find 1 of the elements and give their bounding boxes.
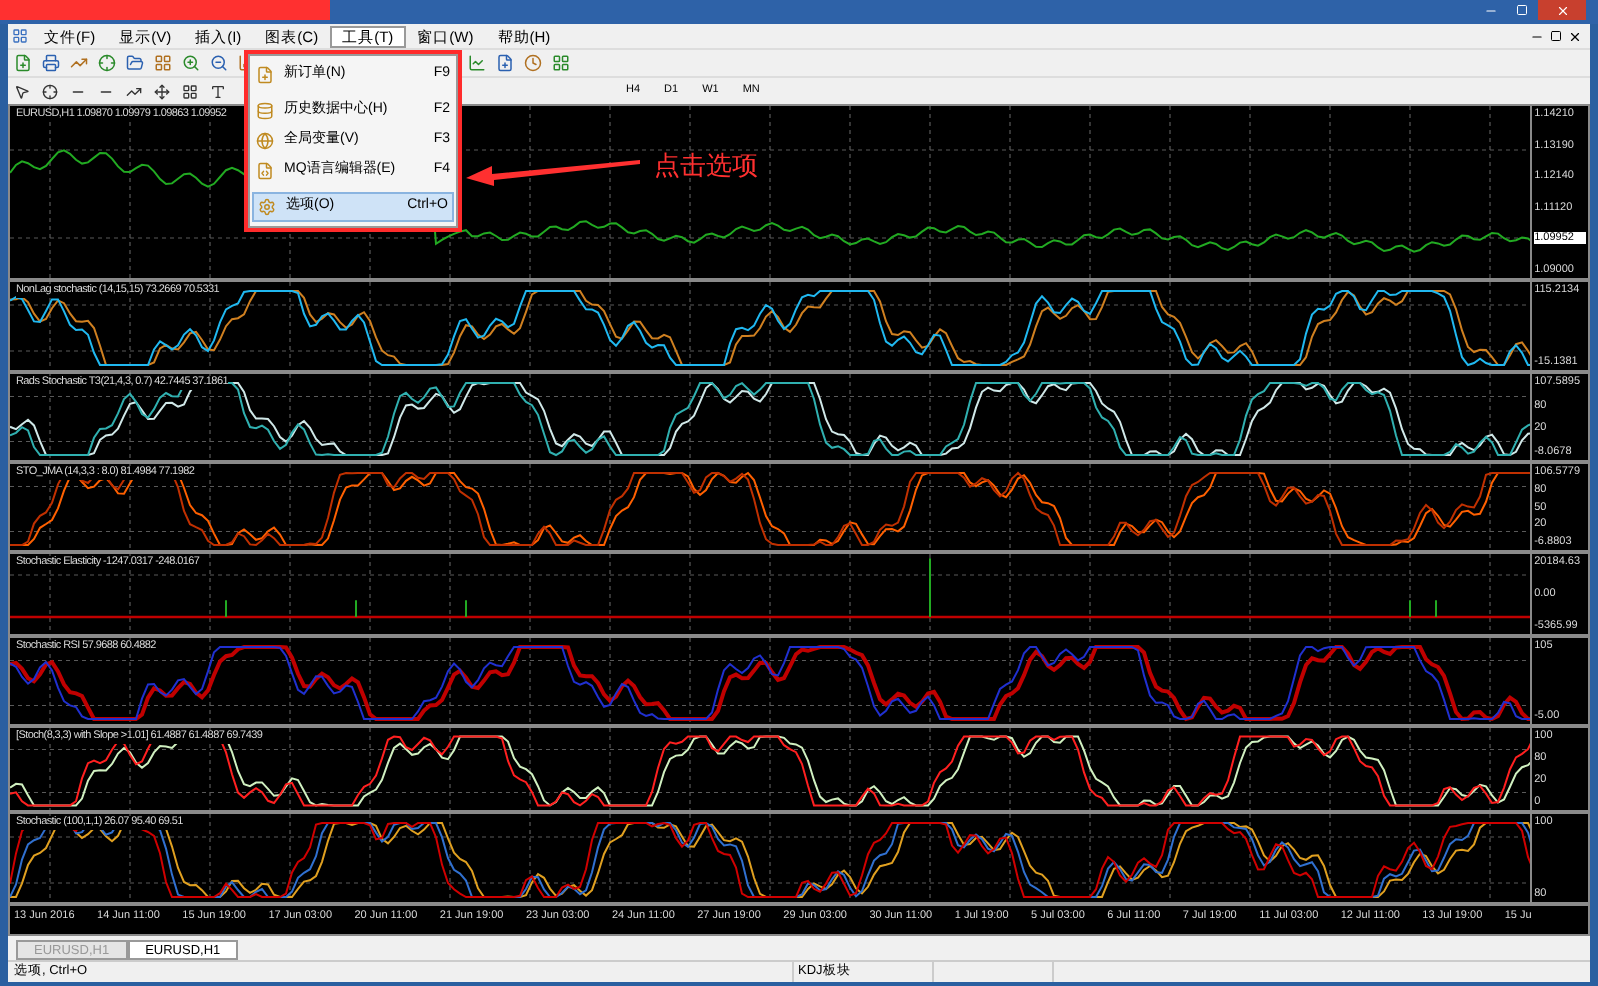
annotation-text: 点击选项 <box>654 148 758 184</box>
